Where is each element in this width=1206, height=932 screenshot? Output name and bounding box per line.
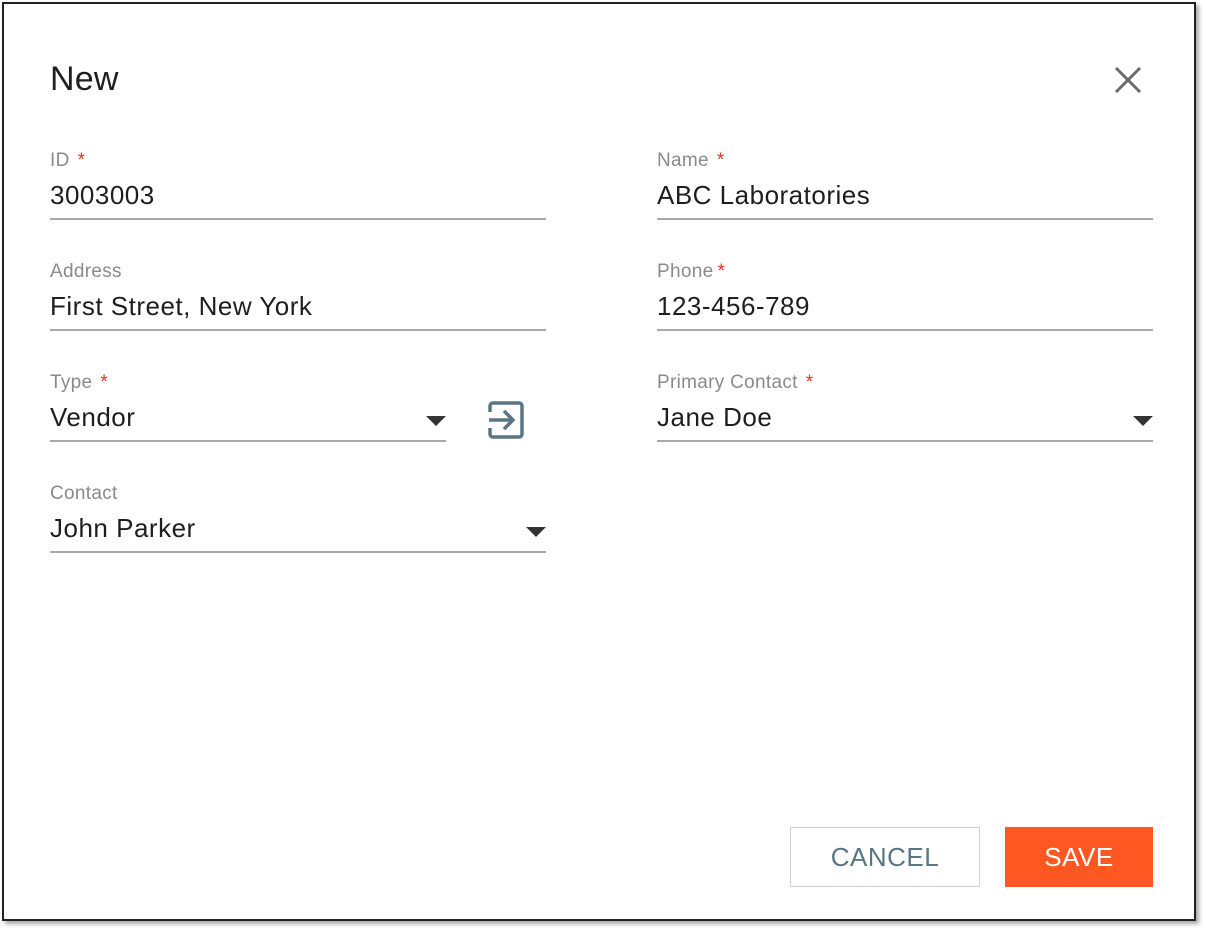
- type-value: Vendor: [50, 402, 136, 432]
- required-mark: *: [100, 372, 109, 393]
- exit-to-app-icon: [488, 401, 524, 439]
- type-underline: [50, 440, 446, 442]
- required-mark: *: [77, 150, 86, 171]
- name-underline: [657, 218, 1153, 220]
- close-button[interactable]: [1110, 62, 1146, 98]
- required-mark: *: [717, 261, 726, 282]
- contact-value: John Parker: [50, 513, 196, 543]
- type-label: Type *: [50, 372, 109, 393]
- address-field[interactable]: Address First Street, New York: [50, 261, 546, 331]
- dialog-title: New: [50, 60, 119, 98]
- id-underline: [50, 218, 546, 220]
- phone-field[interactable]: Phone * 123-456-789: [657, 261, 1153, 331]
- phone-label: Phone *: [657, 261, 726, 282]
- save-button[interactable]: SAVE: [1005, 827, 1153, 887]
- primary-contact-value: Jane Doe: [657, 402, 773, 432]
- contact-underline: [50, 551, 546, 553]
- primary-contact-underline: [657, 440, 1153, 442]
- open-type-button[interactable]: [486, 400, 526, 440]
- address-underline: [50, 329, 546, 331]
- primary-contact-select[interactable]: Primary Contact * Jane Doe: [657, 372, 1153, 442]
- chevron-down-icon: [526, 527, 546, 537]
- type-select[interactable]: Type * Vendor: [50, 372, 446, 442]
- address-value: First Street, New York: [50, 291, 313, 321]
- new-record-dialog: New ID * 3003003 Name * ABC Laboratories A…: [2, 2, 1196, 921]
- phone-underline: [657, 329, 1153, 331]
- contact-select[interactable]: Contact John Parker: [50, 483, 546, 553]
- chevron-down-icon: [426, 416, 446, 426]
- chevron-down-icon: [1133, 416, 1153, 426]
- contact-label: Contact: [50, 483, 118, 504]
- cancel-button[interactable]: CANCEL: [790, 827, 980, 887]
- id-field[interactable]: ID * 3003003: [50, 150, 546, 220]
- id-value: 3003003: [50, 180, 155, 210]
- required-mark: *: [805, 372, 814, 393]
- name-value: ABC Laboratories: [657, 180, 871, 210]
- name-label: Name *: [657, 150, 725, 171]
- address-label: Address: [50, 261, 122, 282]
- phone-value: 123-456-789: [657, 291, 810, 321]
- required-mark: *: [716, 150, 725, 171]
- primary-contact-label: Primary Contact *: [657, 372, 814, 393]
- name-field[interactable]: Name * ABC Laboratories: [657, 150, 1153, 220]
- id-label: ID *: [50, 150, 86, 171]
- close-icon: [1114, 66, 1142, 94]
